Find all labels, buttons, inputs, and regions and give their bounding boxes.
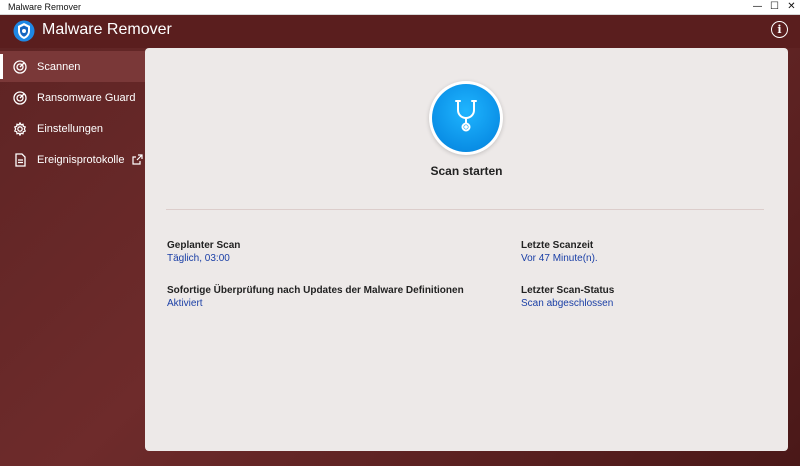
sidebar-item-label: Scannen — [37, 60, 81, 73]
sidebar-item-einstellungen[interactable]: Einstellungen — [0, 113, 145, 144]
scheduled-scan-block: Geplanter Scan Täglich, 03:00 — [167, 240, 240, 264]
document-icon — [12, 152, 27, 167]
instant-check-block: Sofortige Überprüfung nach Updates der M… — [167, 285, 464, 309]
scheduled-scan-title: Geplanter Scan — [167, 240, 241, 251]
sidebar-item-label: Ereignisprotokolle — [37, 153, 125, 166]
last-scan-status-block: Letzter Scan-Status Scan abgeschlossen — [521, 285, 614, 309]
maximize-button[interactable]: ☐ — [766, 0, 783, 15]
last-scan-time-title: Letzte Scanzeit — [521, 240, 594, 251]
sidebar: Scannen Ransomware Guard Einstellungen E… — [0, 51, 145, 175]
instant-check-title: Sofortige Überprüfung nach Updates der M… — [167, 285, 464, 296]
divider — [166, 209, 764, 210]
sidebar-item-label: Ransomware Guard — [37, 91, 136, 104]
scan-button-inner — [432, 84, 500, 152]
minimize-button[interactable]: — — [749, 0, 766, 15]
scheduled-scan-value[interactable]: Täglich, 03:00 — [167, 253, 240, 264]
shield-logo-icon — [13, 20, 35, 42]
scan-start-button[interactable] — [429, 81, 503, 155]
sidebar-item-label: Einstellungen — [37, 122, 104, 135]
window-title: Malware Remover — [8, 2, 82, 12]
stethoscope-icon — [452, 98, 480, 139]
gear-icon — [12, 121, 27, 136]
close-button[interactable]: ✕ — [783, 0, 800, 15]
external-link-icon — [132, 154, 144, 165]
last-scan-time-value: Vor 47 Minute(n). — [521, 253, 598, 264]
sidebar-item-scannen[interactable]: Scannen — [0, 51, 145, 82]
window-controls: — ☐ ✕ — [749, 0, 800, 15]
scan-start-label: Scan starten — [430, 164, 503, 178]
main-panel: Scan starten Geplanter Scan Täglich, 03:… — [145, 48, 788, 451]
app-name: Malware Remover — [42, 21, 172, 38]
app-header: Malware Remover i — [0, 15, 800, 48]
last-scan-status-title: Letzter Scan-Status — [521, 285, 615, 296]
window-titlebar: Malware Remover — ☐ ✕ — [0, 0, 800, 15]
last-scan-status-value: Scan abgeschlossen — [521, 298, 614, 309]
instant-check-value[interactable]: Aktiviert — [167, 298, 464, 309]
sidebar-item-ereignisprotokolle[interactable]: Ereignisprotokolle — [0, 144, 145, 175]
info-button[interactable]: i — [771, 21, 788, 38]
sidebar-item-ransomware-guard[interactable]: Ransomware Guard — [0, 82, 145, 113]
radar-icon — [12, 59, 27, 74]
app-body: Scannen Ransomware Guard Einstellungen E… — [0, 48, 800, 466]
last-scan-time-block: Letzte Scanzeit Vor 47 Minute(n). — [521, 240, 598, 264]
radar-icon — [12, 90, 27, 105]
